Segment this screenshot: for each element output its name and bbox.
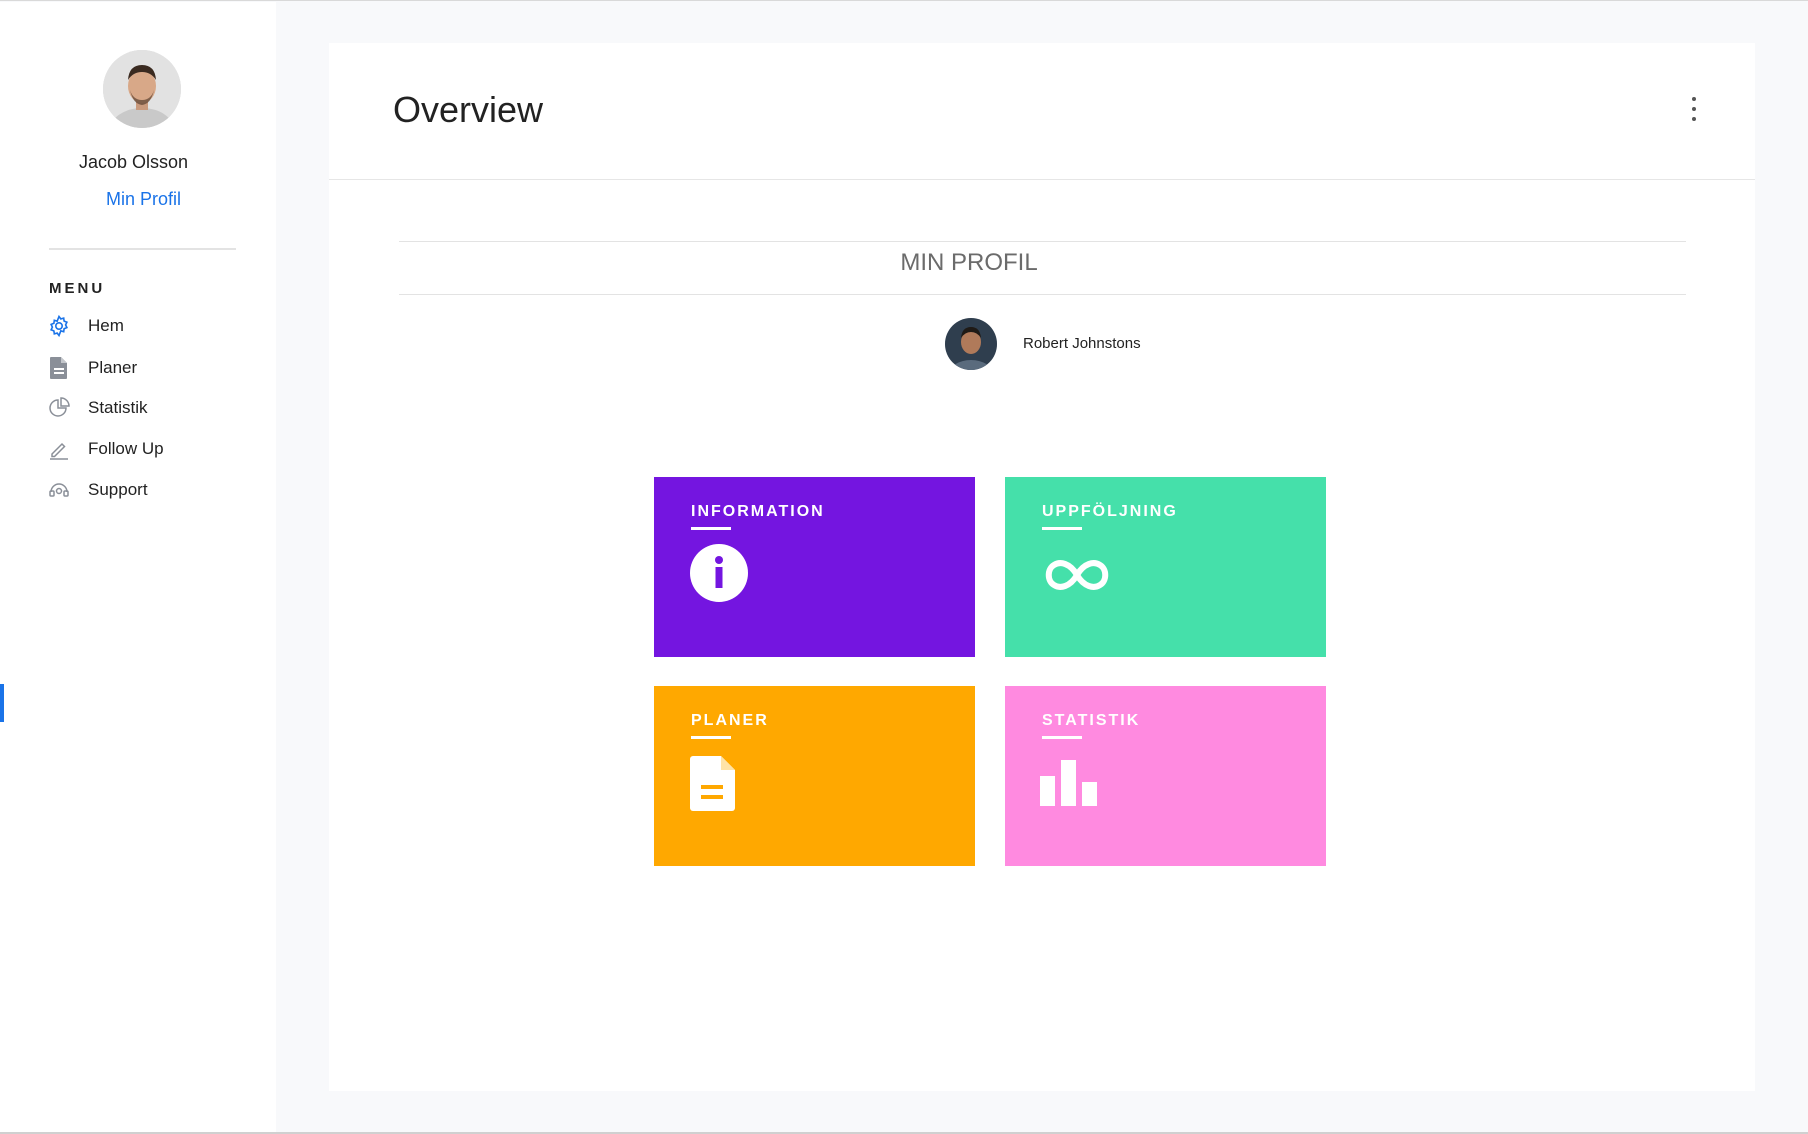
tile-label: PLANER xyxy=(691,712,769,729)
section-divider-bottom xyxy=(399,294,1686,295)
sidebar-item-label: Support xyxy=(88,480,148,499)
section-divider-top xyxy=(399,241,1686,242)
card-header: Overview xyxy=(329,43,1755,180)
document-icon xyxy=(689,752,741,819)
person-name: Robert Johnstons xyxy=(1023,335,1141,352)
tile-underline xyxy=(691,736,731,739)
tile-label: STATISTIK xyxy=(1042,712,1141,729)
sidebar-item-statistik[interactable]: Statistik xyxy=(47,393,247,423)
tile-label: INFORMATION xyxy=(691,503,825,520)
bar-chart-icon xyxy=(1040,752,1102,819)
user-name: Jacob Olsson xyxy=(79,152,189,172)
infinity-icon xyxy=(1040,543,1114,608)
sidebar-item-label: Planer xyxy=(88,358,138,377)
tile-statistik[interactable]: STATISTIK xyxy=(1005,686,1326,866)
headset-icon xyxy=(47,478,71,502)
app-frame: Jacob Olsson Min Profil MENU Hem Planer … xyxy=(0,0,1808,1134)
tile-label: UPPFÖLJNING xyxy=(1042,503,1178,520)
gear-icon xyxy=(47,314,71,338)
sidebar-divider xyxy=(49,248,236,250)
sidebar: Jacob Olsson Min Profil MENU Hem Planer … xyxy=(0,2,276,1132)
sidebar-item-label: Follow Up xyxy=(88,439,164,458)
tile-information[interactable]: INFORMATION xyxy=(654,477,975,657)
my-profile-link[interactable]: Min Profil xyxy=(106,189,181,210)
tile-underline xyxy=(1042,736,1082,739)
page-title: Overview xyxy=(393,89,544,130)
tile-uppfoljning[interactable]: UPPFÖLJNING xyxy=(1005,477,1326,657)
sidebar-item-follow-up[interactable]: Follow Up xyxy=(47,434,247,464)
active-indicator xyxy=(0,684,4,722)
tile-underline xyxy=(1042,527,1082,530)
menu-heading: MENU xyxy=(49,280,106,297)
overview-card: Overview MIN PROFIL Robert Johnstons INF… xyxy=(329,43,1755,1091)
sidebar-item-hem[interactable]: Hem xyxy=(47,311,247,341)
pie-chart-icon xyxy=(47,396,71,420)
sidebar-item-label: Hem xyxy=(88,316,124,335)
document-icon xyxy=(47,356,71,380)
sidebar-item-support[interactable]: Support xyxy=(47,475,247,505)
pencil-icon xyxy=(47,437,71,461)
person-avatar[interactable] xyxy=(945,318,997,370)
user-avatar[interactable] xyxy=(103,50,181,128)
more-options-icon[interactable] xyxy=(1684,93,1704,125)
tile-planer[interactable]: PLANER xyxy=(654,686,975,866)
section-title: MIN PROFIL xyxy=(900,249,1038,276)
sidebar-item-planer[interactable]: Planer xyxy=(47,353,247,383)
sidebar-item-label: Statistik xyxy=(88,398,148,417)
info-icon xyxy=(689,543,749,608)
tile-underline xyxy=(691,527,731,530)
